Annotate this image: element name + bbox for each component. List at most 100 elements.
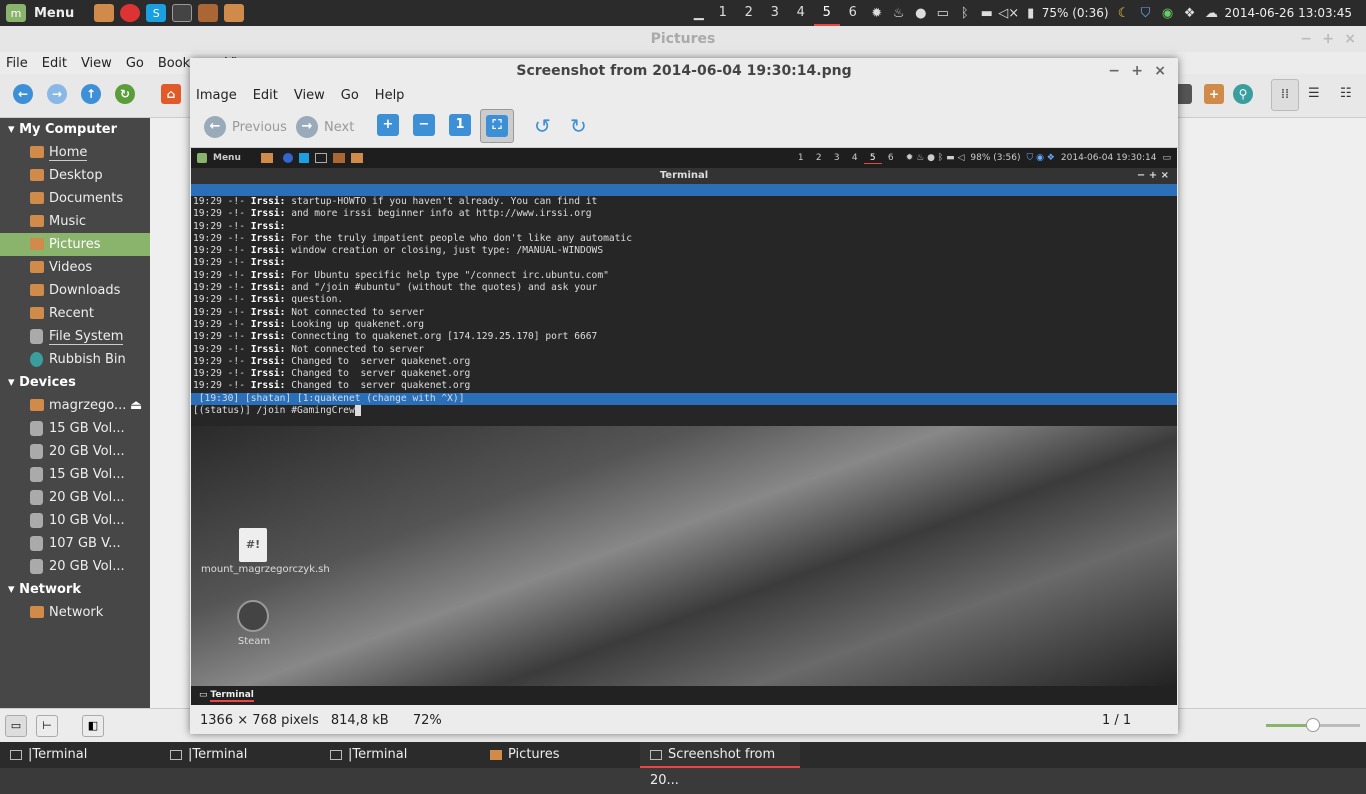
new-folder-icon[interactable]: + [1204, 84, 1224, 104]
zoom-out-icon[interactable]: − [413, 114, 435, 136]
app-launcher-icon[interactable] [198, 4, 219, 22]
display-icon[interactable]: ▭ [932, 6, 954, 21]
zoom-in-icon[interactable]: + [377, 114, 399, 136]
image-canvas[interactable]: Menu 1 2 3 4 5 6 ✹ ♨ ● ᛒ ▬ ◁ 98% (3:56) … [191, 148, 1177, 705]
zoom-slider-handle[interactable] [1306, 718, 1320, 732]
bulb-icon[interactable]: ♨ [888, 6, 910, 21]
workspace-1[interactable]: 1 [710, 0, 736, 26]
task-terminal-1[interactable]: |Terminal [0, 742, 160, 768]
clock[interactable]: 2014-06-26 13:03:45 [1225, 6, 1352, 20]
skype-launcher-icon[interactable]: S [146, 4, 167, 22]
previous-button[interactable]: ← Previous [204, 112, 287, 142]
bluetooth-icon[interactable]: ᛒ [954, 6, 976, 21]
home-icon[interactable]: ⌂ [161, 84, 181, 104]
menu-go[interactable]: Go [341, 88, 359, 103]
menu-help[interactable]: Help [375, 88, 405, 103]
show-tree-icon[interactable]: ⊢ [36, 715, 58, 737]
rotate-left-icon[interactable]: ↺ [534, 114, 551, 138]
sidebar-section-my-computer[interactable]: ▾ My Computer [0, 118, 150, 141]
shield-icon[interactable]: ⛉ [1135, 6, 1157, 21]
menu-view[interactable]: View [294, 88, 325, 103]
folder-launcher-icon[interactable] [94, 4, 115, 22]
forward-icon[interactable]: → [47, 84, 67, 104]
battery-icon[interactable]: ▮ [1020, 6, 1042, 21]
brightness-icon[interactable]: ✹ [866, 6, 888, 21]
inner-workspace: 2 [815, 153, 822, 163]
sidebar-item-network[interactable]: Network [0, 601, 150, 624]
inner-tray-icons: ✹ ♨ ● ᛒ ▬ ◁ [905, 153, 965, 163]
sidebar-item-desktop[interactable]: Desktop [0, 164, 150, 187]
reload-icon[interactable]: ↻ [115, 84, 135, 104]
show-places-icon[interactable]: ▭ [5, 715, 27, 737]
sidebar-item-device[interactable]: 20 GB Vol... [0, 440, 150, 463]
menu-view[interactable]: View [81, 56, 112, 71]
icon-view-button[interactable]: ⁞⁞ [1271, 79, 1299, 111]
menu-edit[interactable]: Edit [42, 56, 67, 71]
weather-icon[interactable]: ☾ [1113, 6, 1135, 21]
zoom-slider[interactable] [1266, 718, 1360, 732]
up-icon[interactable]: ↑ [81, 84, 101, 104]
sidebar-item-home[interactable]: Home [0, 141, 150, 164]
toggle-sidebar-icon[interactable]: ◧ [82, 715, 104, 737]
workspace-6[interactable]: 6 [840, 0, 866, 26]
terminal-launcher-icon[interactable] [172, 4, 193, 22]
sidebar-item-device[interactable]: magrzego... ⏏ [0, 394, 150, 417]
sidebar-item-device[interactable]: 20 GB Vol... [0, 486, 150, 509]
workspace-3[interactable]: 3 [762, 0, 788, 26]
search-icon[interactable]: ⚲ [1233, 84, 1253, 104]
task-terminal-3[interactable]: |Terminal [320, 742, 480, 768]
sidebar-section-network[interactable]: ▾ Network [0, 578, 150, 601]
volume-icon[interactable]: ◁× [998, 6, 1020, 21]
task-pictures[interactable]: Pictures [480, 742, 640, 768]
sidebar-item-device[interactable]: 20 GB Vol... [0, 555, 150, 578]
sidebar-item-rubbish-bin[interactable]: Rubbish Bin [0, 348, 150, 371]
maximize-icon[interactable]: + [1322, 26, 1334, 52]
eject-icon[interactable]: ⏏ [130, 394, 142, 417]
dropbox-icon[interactable]: ❖ [1179, 6, 1201, 21]
user-icon[interactable]: ● [910, 6, 932, 21]
sidebar-item-downloads[interactable]: Downloads [0, 279, 150, 302]
menu-edit[interactable]: Edit [253, 88, 278, 103]
list-view-icon[interactable]: ☰ [1308, 86, 1320, 101]
compact-view-icon[interactable]: ☷ [1340, 86, 1352, 101]
cloud-icon[interactable]: ☁ [1201, 6, 1223, 21]
menu-go[interactable]: Go [126, 56, 144, 71]
sidebar-item-device[interactable]: 15 GB Vol... [0, 417, 150, 440]
sidebar-item-file-system[interactable]: File System [0, 325, 150, 348]
show-desktop-icon[interactable]: ▁ [688, 6, 710, 21]
normal-size-icon[interactable]: 1 [449, 114, 471, 136]
sidebar-item-documents[interactable]: Documents [0, 187, 150, 210]
best-fit-button[interactable]: ⛶ [480, 109, 514, 143]
minimize-icon[interactable]: − [1300, 26, 1312, 52]
workspace-5[interactable]: 5 [813, 0, 840, 26]
sidebar-item-pictures[interactable]: Pictures [0, 233, 150, 256]
chrome-launcher-icon[interactable] [120, 4, 141, 22]
sidebar-item-device[interactable]: 15 GB Vol... [0, 463, 150, 486]
workspace-4[interactable]: 4 [788, 0, 814, 26]
task-terminal-2[interactable]: |Terminal [160, 742, 320, 768]
workspace-2[interactable]: 2 [736, 0, 762, 26]
network-icon[interactable]: ▬ [976, 6, 998, 21]
back-icon[interactable]: ← [13, 84, 33, 104]
minimize-icon[interactable]: − [1108, 58, 1120, 84]
close-icon[interactable]: × [1344, 26, 1356, 52]
sidebar-item-device[interactable]: 107 GB V... [0, 532, 150, 555]
maximize-icon[interactable]: + [1131, 58, 1143, 84]
files-launcher-icon[interactable] [224, 4, 245, 22]
sidebar-item-recent[interactable]: Recent [0, 302, 150, 325]
close-icon[interactable]: × [1154, 58, 1166, 84]
sidebar-item-music[interactable]: Music [0, 210, 150, 233]
menu-image[interactable]: Image [196, 88, 237, 103]
menu-button[interactable]: Menu [34, 6, 74, 21]
sidebar-item-device[interactable]: 10 GB Vol... [0, 509, 150, 532]
sidebar-section-devices[interactable]: ▾ Devices [0, 371, 150, 394]
terminal-line-prefix: 19:29 -!- [193, 245, 251, 257]
menu-file[interactable]: File [6, 56, 28, 71]
rotate-right-icon[interactable]: ↻ [570, 114, 587, 138]
next-button[interactable]: → Next [296, 112, 354, 142]
sync-icon[interactable]: ◉ [1157, 6, 1179, 21]
mint-menu-icon[interactable]: m [6, 4, 26, 22]
sidebar-item-videos[interactable]: Videos [0, 256, 150, 279]
task-screenshot[interactable]: Screenshot from 20... [640, 742, 800, 788]
battery-status[interactable]: 75% (0:36) [1042, 6, 1109, 20]
